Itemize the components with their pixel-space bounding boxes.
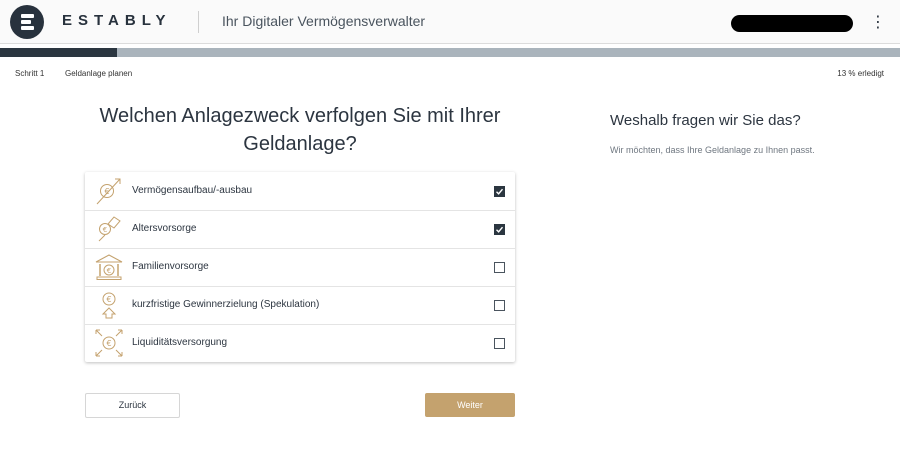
coin-arrow-up-icon: € [101, 292, 117, 319]
option-wealth-building[interactable]: € Vermögensaufbau/-ausbau [85, 172, 515, 211]
header-tagline: Ihr Digitaler Vermögensverwalter [222, 13, 426, 29]
check-icon [496, 188, 504, 195]
header-divider [198, 11, 199, 33]
top-bar: ESTABLY Ihr Digitaler Vermögensverwalter… [0, 0, 900, 44]
progress-bar-fill [0, 48, 117, 57]
next-button[interactable]: Weiter [425, 393, 515, 417]
bank-building-icon: € [95, 254, 123, 280]
option-label: Liquiditätsversorgung [132, 337, 228, 348]
option-label: kurzfristige Gewinnerzielung (Spekulatio… [132, 299, 320, 310]
progress-bar [0, 48, 900, 57]
option-checkbox[interactable] [494, 186, 505, 197]
svg-text:€: € [103, 226, 107, 234]
option-list: € Vermögensaufbau/-ausbau € Altersvorsor… [85, 172, 515, 362]
option-label: Vermögensaufbau/-ausbau [132, 185, 253, 196]
back-button[interactable]: Zurück [85, 393, 180, 418]
option-liquidity[interactable]: € Liquiditätsversorgung [85, 324, 515, 362]
option-label: Altersvorsorge [132, 223, 197, 234]
brand-name: ESTABLY [62, 12, 172, 29]
growth-coin-icon: € [96, 178, 121, 205]
svg-text:€: € [106, 339, 111, 348]
coin-arrows-out-icon: € [95, 329, 123, 357]
option-retirement[interactable]: € Altersvorsorge [85, 210, 515, 249]
hand-coin-icon: € [98, 216, 121, 242]
estably-logo-icon[interactable] [10, 5, 44, 39]
option-label: Familienvorsorge [132, 261, 209, 272]
step-indicator: Schritt 1 Geldanlage planen 13 % erledig… [0, 67, 900, 81]
progress-percent: 13 % erledigt [837, 69, 884, 78]
step-number: Schritt 1 [15, 69, 45, 78]
redacted-user-name [731, 15, 853, 32]
svg-text:€: € [107, 267, 111, 275]
step-name: Geldanlage planen [65, 69, 133, 78]
question-title: Welchen Anlagezweck verfolgen Sie mit Ih… [99, 105, 501, 155]
svg-text:€: € [106, 295, 111, 304]
info-title: Weshalb fragen wir Sie das? [610, 112, 801, 129]
option-checkbox[interactable] [494, 262, 505, 273]
option-checkbox[interactable] [494, 224, 505, 235]
more-vert-icon[interactable]: ⋮ [870, 14, 886, 32]
option-speculation[interactable]: € kurzfristige Gewinnerzielung (Spekulat… [85, 286, 515, 325]
option-checkbox[interactable] [494, 300, 505, 311]
check-icon [496, 226, 504, 233]
option-checkbox[interactable] [494, 338, 505, 349]
option-family-provision[interactable]: € Familienvorsorge [85, 248, 515, 287]
info-text: Wir möchten, dass Ihre Geldanlage zu Ihn… [610, 145, 815, 155]
